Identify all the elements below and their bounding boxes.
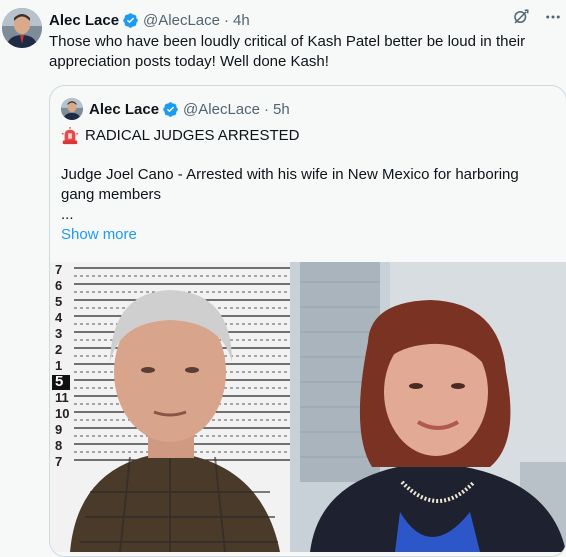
show-more-link[interactable]: Show more	[61, 226, 137, 243]
height-chart-label: 8	[55, 438, 62, 453]
tweet-timestamp[interactable]: 4h	[233, 12, 250, 29]
height-chart-label: 5	[55, 373, 63, 390]
height-chart-label: 3	[55, 326, 62, 341]
quoted-headline: RADICAL JUDGES ARRESTED	[85, 127, 300, 144]
quoted-ellipsis: ...	[61, 206, 74, 223]
quoted-avatar-image	[61, 98, 83, 120]
author-name[interactable]: Alec Lace	[49, 12, 119, 29]
height-chart-label: 11	[55, 390, 69, 405]
height-chart-label: 7	[55, 454, 62, 469]
grok-icon[interactable]	[512, 8, 530, 26]
height-chart-label: 4	[55, 310, 63, 325]
height-chart-label: 2	[55, 342, 62, 357]
height-chart-label: 10	[55, 406, 69, 421]
quoted-author-handle[interactable]: @AlecLace	[183, 101, 260, 118]
height-chart-label: 1	[55, 358, 62, 373]
separator-dot: ·	[263, 100, 269, 118]
verified-badge-icon	[123, 12, 138, 28]
height-chart-label: 7	[55, 262, 62, 277]
quoted-photo[interactable]: 765432151110987	[50, 262, 566, 552]
siren-emoji-icon	[61, 127, 79, 145]
height-chart-label: 6	[55, 278, 62, 293]
height-chart-label: 5	[55, 294, 62, 309]
quoted-body-text: Judge Joel Cano - Arrested with his wife…	[61, 166, 519, 203]
more-icon[interactable]	[544, 8, 562, 26]
avatar-image	[2, 8, 42, 48]
quoted-author-name[interactable]: Alec Lace	[89, 101, 159, 118]
quoted-headline-row: RADICAL JUDGES ARRESTED	[61, 126, 300, 146]
quoted-timestamp[interactable]: 5h	[273, 101, 290, 118]
author-handle[interactable]: @AlecLace	[143, 12, 220, 29]
height-chart-label: 9	[55, 422, 62, 437]
quoted-avatar[interactable]	[61, 98, 83, 120]
tweet-actions-top	[512, 8, 562, 26]
verified-badge-icon	[163, 101, 178, 117]
quoted-header: Alec Lace @AlecLace · 5h	[61, 98, 290, 120]
separator-dot: ·	[223, 11, 229, 29]
quoted-tweet[interactable]: Alec Lace @AlecLace · 5h RADICAL JUDGES …	[49, 85, 566, 557]
author-avatar[interactable]	[2, 8, 42, 48]
tweet-header: Alec Lace @AlecLace · 4h	[49, 10, 250, 30]
tweet-text: Those who have been loudly critical of K…	[49, 33, 526, 70]
